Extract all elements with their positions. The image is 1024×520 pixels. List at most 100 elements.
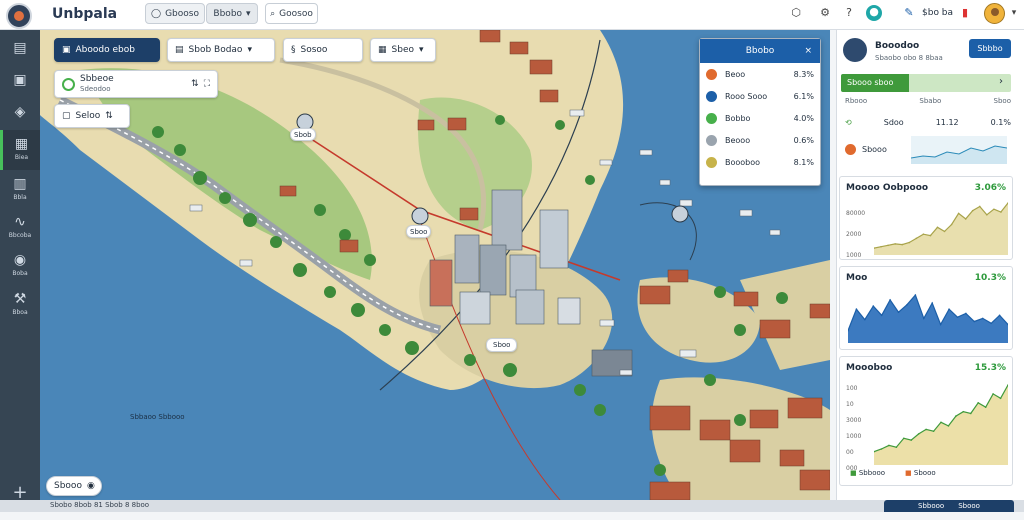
chart-point	[984, 406, 987, 409]
circle-icon: ◯	[151, 8, 162, 19]
chart-title: Moooo Oobpooo	[846, 183, 929, 193]
settings-icon[interactable]: ⚙	[818, 6, 832, 20]
map-view-dropdown[interactable]: ▦ Sbeo ▾	[370, 38, 436, 62]
chart-point	[947, 425, 950, 427]
chart-point	[872, 305, 875, 307]
sparkline	[911, 136, 1007, 164]
chart-point	[910, 439, 913, 441]
popup-panel: Bbobo × Beoo 8.3% Rooo Sooo 6.1% Bobbo 4.0%…	[699, 38, 821, 186]
sidebar-item-wave[interactable]: ∿ Bbcoba	[0, 208, 40, 248]
legend-dot-icon	[706, 112, 717, 124]
popup-row[interactable]: Beooo 0.6%	[700, 129, 820, 151]
legend: ■ Sbbooo ■ Sbooo	[850, 469, 1010, 477]
popup-row[interactable]: Beoo 8.3%	[700, 63, 820, 85]
legend-dot-icon	[706, 68, 717, 80]
legend-item: ■ Sbooo	[905, 469, 936, 477]
map-pin-label[interactable]: Sboo	[486, 338, 518, 352]
avatar[interactable]	[984, 3, 1005, 24]
table-row[interactable]: Sbooo	[845, 144, 905, 155]
wave-icon: ∿	[14, 214, 26, 230]
box-icon: ▣	[13, 72, 27, 88]
map-layers-icon: ▣	[62, 45, 71, 55]
legend-dot-icon	[706, 134, 717, 146]
chart-point	[992, 393, 994, 395]
layers-icon: ▤	[13, 40, 27, 56]
chart-point	[939, 323, 942, 326]
document-icon: ▦	[14, 136, 29, 152]
tag-icon: §	[291, 45, 296, 55]
chart-point	[887, 244, 889, 247]
chart-title: Moo	[846, 273, 868, 283]
chart-point	[973, 320, 976, 323]
export-bar[interactable]: Sbbooo Sbooo	[884, 500, 1014, 512]
map-pin-label[interactable]: Sbob	[290, 128, 316, 141]
sidebar-item-location[interactable]: ◉ Boba	[0, 246, 40, 286]
chart-point	[940, 421, 942, 424]
chart-card: Moo 10.3%	[839, 266, 1013, 350]
chart-point	[908, 241, 911, 244]
chat-icon: ◈	[14, 104, 26, 120]
app-brand: Unbpala	[52, 6, 118, 22]
search-button[interactable]: ⌕ Goosoo	[265, 3, 318, 24]
panel-action-button[interactable]: Sbbbo	[969, 39, 1011, 58]
popup-header: Bbobo ×	[700, 39, 820, 63]
chart-value: 15.3%	[974, 363, 1006, 373]
tab-bar[interactable]: Sbooo sboo ›	[841, 74, 1011, 92]
panel-subtitle: Sbaobo obo 8 8baa	[875, 54, 943, 62]
transfer-icon[interactable]: ⇅	[191, 79, 199, 89]
sidebar-item-documents[interactable]: ▦ Biea	[0, 130, 40, 170]
popup-row[interactable]: Bobbo 4.0%	[700, 107, 820, 129]
status-dot-icon	[845, 144, 856, 155]
chart-point	[902, 437, 905, 440]
chart-point	[880, 448, 883, 450]
panel-title: Booodoo	[875, 41, 920, 51]
legend-item: ■ Sbbooo	[850, 469, 886, 477]
map-pin-label[interactable]: Sboo	[406, 225, 432, 238]
alert-icon[interactable]: ▮	[958, 6, 972, 20]
chevron-down-icon: ▾	[246, 8, 251, 19]
tab-primary[interactable]: ◯ Gbooso	[145, 3, 205, 24]
sidebar-item-grid[interactable]: ▥ Bbla	[0, 170, 40, 210]
sort-icon: ⇅	[105, 111, 113, 121]
chart-point	[964, 218, 967, 220]
notification-icon[interactable]: ●	[866, 5, 882, 21]
chart-point	[915, 237, 918, 240]
chart-point	[943, 230, 946, 233]
wallet-icon[interactable]: ✎	[902, 6, 916, 20]
map-filter-dropdown[interactable]: ▤ Sbob Bodao ▾	[167, 38, 275, 62]
chart-point	[950, 223, 953, 226]
table-row[interactable]: ⟲ Sdoo 11.12 0.1%	[845, 118, 1011, 127]
tools-icon: ⚒	[13, 291, 27, 307]
popup-row[interactable]: Boooboo 8.1%	[700, 151, 820, 173]
tab-dropdown[interactable]: Bbobo ▾	[206, 3, 258, 24]
sidebar-item-tools[interactable]: ⚒ Bboa	[0, 285, 40, 325]
chart-card: Moooo Oobpooo 3.06% 80000 2000 1000	[839, 176, 1013, 260]
map-bottom-button[interactable]: Sbooo ◉	[46, 476, 102, 496]
expand-icon[interactable]: ⛶	[204, 79, 210, 89]
location-icon: ◉	[13, 252, 27, 268]
chevron-down-icon[interactable]: ▾	[1007, 6, 1021, 20]
map-primary-button[interactable]: ▣ Aboodo ebob	[54, 38, 160, 62]
chevron-down-icon: ▾	[419, 45, 424, 55]
shield-icon[interactable]: ⬡	[789, 6, 803, 20]
chart-point	[922, 317, 925, 320]
chart-value: 3.06%	[974, 183, 1006, 193]
mini-card[interactable]: ▢ Seloo ⇅	[54, 104, 130, 128]
chart-point	[955, 415, 957, 417]
chart-point	[978, 205, 981, 208]
water-label: Sbbaoo Sbbooo	[130, 413, 185, 421]
right-panel: Booodoo Sbaobo obo 8 8baa Sbbbo Sbooo sb…	[836, 30, 1024, 500]
help-icon[interactable]: ?	[842, 6, 856, 20]
legend-dot-icon	[706, 90, 717, 102]
map-filter-button[interactable]: § Sosoo	[283, 38, 363, 62]
popup-row[interactable]: Rooo Sooo 6.1%	[700, 85, 820, 107]
area-chart	[874, 384, 1008, 465]
document-icon: ▢	[62, 111, 71, 121]
close-icon[interactable]: ×	[804, 46, 812, 56]
app-logo[interactable]	[6, 3, 32, 29]
chart-value: 10.3%	[974, 273, 1006, 283]
area-chart	[874, 202, 1008, 255]
chart-point	[986, 213, 988, 216]
globe-icon	[843, 38, 867, 62]
chart-point	[999, 397, 1002, 400]
